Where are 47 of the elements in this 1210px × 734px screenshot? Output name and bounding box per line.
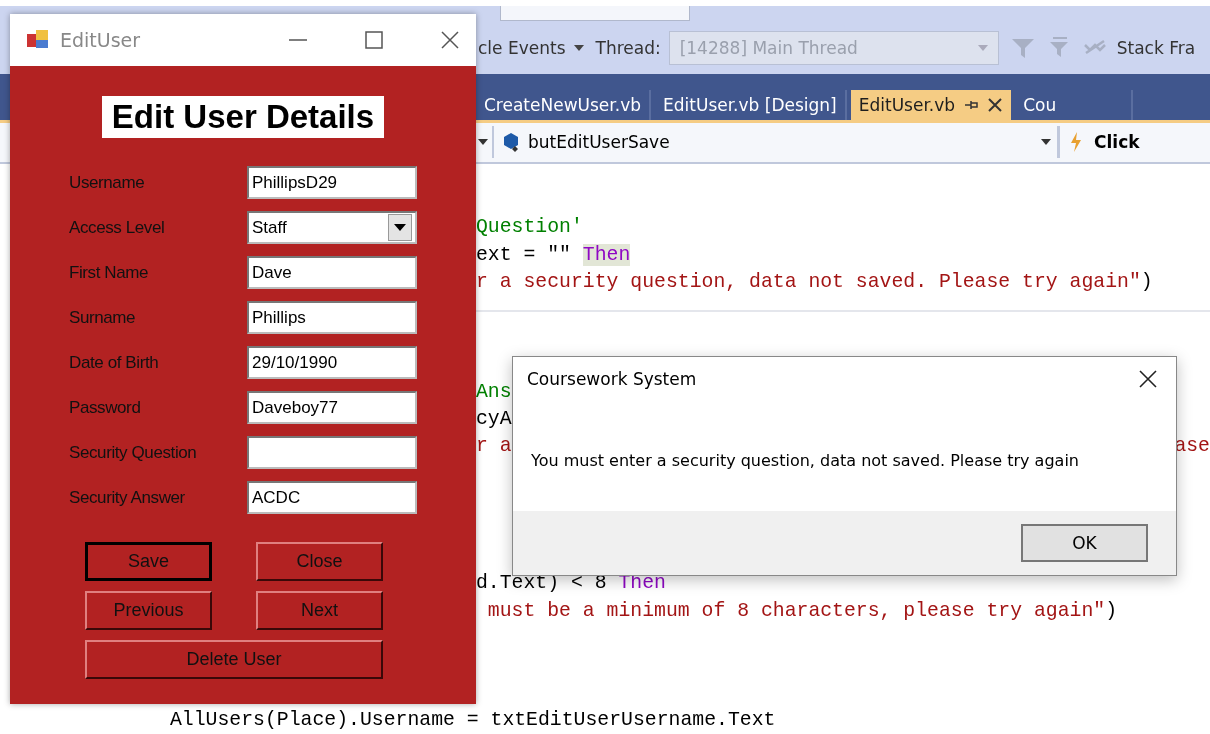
stack-frame-label: Stack Fra: [1116, 38, 1196, 59]
text-field[interactable]: [247, 436, 417, 469]
dropdown-button[interactable]: [388, 214, 412, 241]
event-dropdown[interactable]: Click: [1060, 131, 1140, 154]
close-icon[interactable]: [440, 30, 460, 50]
code-line: Question': [476, 216, 583, 239]
code-line: Ans: [476, 380, 512, 403]
close-icon[interactable]: [987, 96, 1004, 113]
field-label: Surname: [69, 307, 137, 328]
code-line: ext = "" Then: [476, 243, 631, 266]
code-line: cyA: [476, 408, 512, 430]
code-line: AllUsers(Place).Username = txtEditUserUsername.Text: [170, 709, 776, 732]
field-label: Access Level: [69, 217, 166, 238]
text-field[interactable]: Phillips: [247, 301, 417, 334]
file-tab[interactable]: EditUser.vb: [850, 89, 1012, 120]
access-level-dropdown[interactable]: Staff: [247, 211, 417, 244]
text-field[interactable]: ACDC: [247, 481, 417, 514]
code-line: r a: [476, 435, 512, 458]
code-line: r a security question, data not saved. Please try again"): [476, 271, 1153, 294]
text-field[interactable]: PhillipsD29: [247, 166, 417, 199]
lightning-icon: [1068, 131, 1084, 154]
caret-icon[interactable]: [478, 139, 488, 146]
dialog-message: You must enter a security question, data not saved. Please try again: [530, 450, 1080, 470]
text-field[interactable]: Dave: [247, 256, 417, 289]
field-label: Password: [69, 397, 142, 418]
field-label: Security Answer: [69, 487, 186, 508]
text-field[interactable]: 29/10/1990: [247, 346, 417, 379]
field-label: First Name: [69, 262, 150, 283]
events-label[interactable]: cle Events: [478, 38, 566, 59]
maximize-icon[interactable]: [364, 30, 384, 50]
member-dropdown[interactable]: butEditUserSave: [492, 126, 1060, 159]
field-label: Username: [69, 172, 146, 193]
caret-icon: [1041, 139, 1051, 146]
text-field[interactable]: Daveboy77: [247, 391, 417, 424]
ok-button[interactable]: OK: [1021, 524, 1148, 562]
close-icon[interactable]: [1138, 369, 1158, 389]
caret-icon: [394, 224, 406, 231]
thread-label: Thread:: [595, 38, 661, 59]
field-label: Security Question: [69, 442, 198, 463]
field-label: Date of Birth: [69, 352, 160, 373]
dialog-title: Coursework System: [527, 369, 697, 389]
window-title: EditUser: [60, 29, 141, 51]
code-line: must be a minimum of 8 characters, please try again"): [486, 599, 1118, 622]
code-line: ase: [1174, 435, 1210, 458]
form-heading: Edit User Details: [101, 96, 385, 138]
caret-icon: [977, 45, 988, 52]
caret-icon[interactable]: [573, 45, 584, 52]
